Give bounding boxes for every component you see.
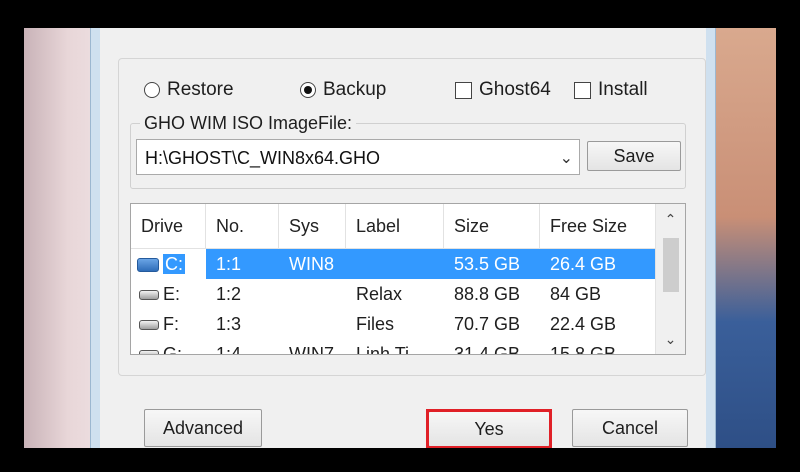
install-checkbox-label: Install (598, 79, 648, 100)
drive-sys (279, 309, 346, 339)
drive-sys (279, 279, 346, 309)
cancel-button[interactable]: Cancel (572, 409, 688, 447)
drives-table-header: Drive No. Sys Label Size Free Size (131, 204, 656, 249)
scrollbar-thumb[interactable] (663, 238, 679, 292)
drive-number: 1:4 (216, 344, 242, 355)
drive-sys: WIN8 (289, 254, 334, 274)
column-header-sys[interactable]: Sys (279, 204, 346, 248)
drive-size: 53.5 GB (454, 254, 521, 274)
drive-free-size: 22.4 GB (550, 314, 617, 334)
drive-free-size: 26.4 GB (550, 254, 617, 274)
backup-radio-label: Backup (323, 79, 387, 100)
hard-drive-icon (139, 350, 159, 354)
table-row[interactable]: G: 1:4 WIN7 Linh Ti 31.4 GB 15.8 GB (131, 339, 656, 355)
drive-letter: C: (163, 254, 185, 274)
backup-radio-circle[interactable] (300, 82, 316, 98)
column-header-no[interactable]: No. (206, 204, 279, 248)
install-checkbox[interactable]: Install (574, 78, 648, 102)
drive-number: 1:2 (216, 284, 242, 304)
scroll-down-arrow-icon[interactable]: ⌄ (656, 328, 685, 350)
drive-letter: E: (163, 284, 181, 304)
column-header-drive[interactable]: Drive (131, 204, 206, 248)
ghost64-checkbox-label: Ghost64 (479, 79, 551, 100)
drive-free-size: 84 GB (550, 284, 602, 304)
hard-drive-icon (139, 290, 159, 301)
drive-number: 1:3 (216, 314, 242, 334)
drives-listview[interactable]: Drive No. Sys Label Size Free Size C: 1:… (130, 203, 686, 355)
drive-sys: WIN7 (289, 344, 334, 355)
drive-letter: F: (163, 314, 179, 334)
table-row[interactable]: F: 1:3 Files 70.7 GB 22.4 GB (131, 309, 656, 339)
restore-radio[interactable]: Restore (144, 78, 234, 102)
drive-label (346, 249, 444, 279)
column-header-label[interactable]: Label (346, 204, 444, 248)
drive-label: Relax (356, 284, 403, 304)
table-row[interactable]: E: 1:2 Relax 88.8 GB 84 GB (131, 279, 656, 309)
scroll-up-arrow-icon[interactable]: ⌃ (656, 208, 685, 230)
drive-size: 70.7 GB (454, 314, 521, 334)
system-drive-icon (137, 258, 159, 273)
drive-number: 1:1 (216, 254, 242, 274)
restore-radio-circle[interactable] (144, 82, 160, 98)
chevron-down-icon[interactable]: ⌄ (560, 148, 573, 168)
yes-button-highlight-box (426, 409, 552, 449)
advanced-button[interactable]: Advanced (144, 409, 262, 447)
drive-letter: G: (163, 344, 183, 355)
ghost64-checkbox[interactable]: Ghost64 (455, 78, 551, 102)
drives-vertical-scrollbar[interactable]: ⌃ ⌄ (655, 204, 685, 354)
save-button[interactable]: Save (587, 141, 681, 171)
install-checkbox-box[interactable] (574, 81, 591, 99)
table-row[interactable]: C: 1:1 WIN8 53.5 GB 26.4 GB (131, 249, 656, 279)
drive-free-size: 15.8 GB (550, 344, 617, 355)
column-header-size[interactable]: Size (444, 204, 540, 248)
imagefile-group-label: GHO WIM ISO ImageFile: (140, 113, 357, 134)
imagefile-path-value: H:\GHOST\C_WIN8x64.GHO (145, 148, 381, 168)
ghost64-checkbox-box[interactable] (455, 81, 472, 99)
drive-label: Files (356, 314, 395, 334)
hard-drive-icon (139, 320, 159, 331)
backup-radio[interactable]: Backup (300, 78, 386, 102)
video-letterbox-bottom (0, 448, 800, 472)
drive-size: 88.8 GB (454, 284, 521, 304)
restore-radio-label: Restore (167, 79, 234, 100)
column-header-free-size[interactable]: Free Size (540, 204, 656, 248)
drive-size: 31.4 GB (454, 344, 521, 355)
drive-label: Linh Ti (356, 344, 410, 355)
imagefile-path-combobox[interactable]: H:\GHOST\C_WIN8x64.GHO ⌄ (136, 139, 580, 175)
